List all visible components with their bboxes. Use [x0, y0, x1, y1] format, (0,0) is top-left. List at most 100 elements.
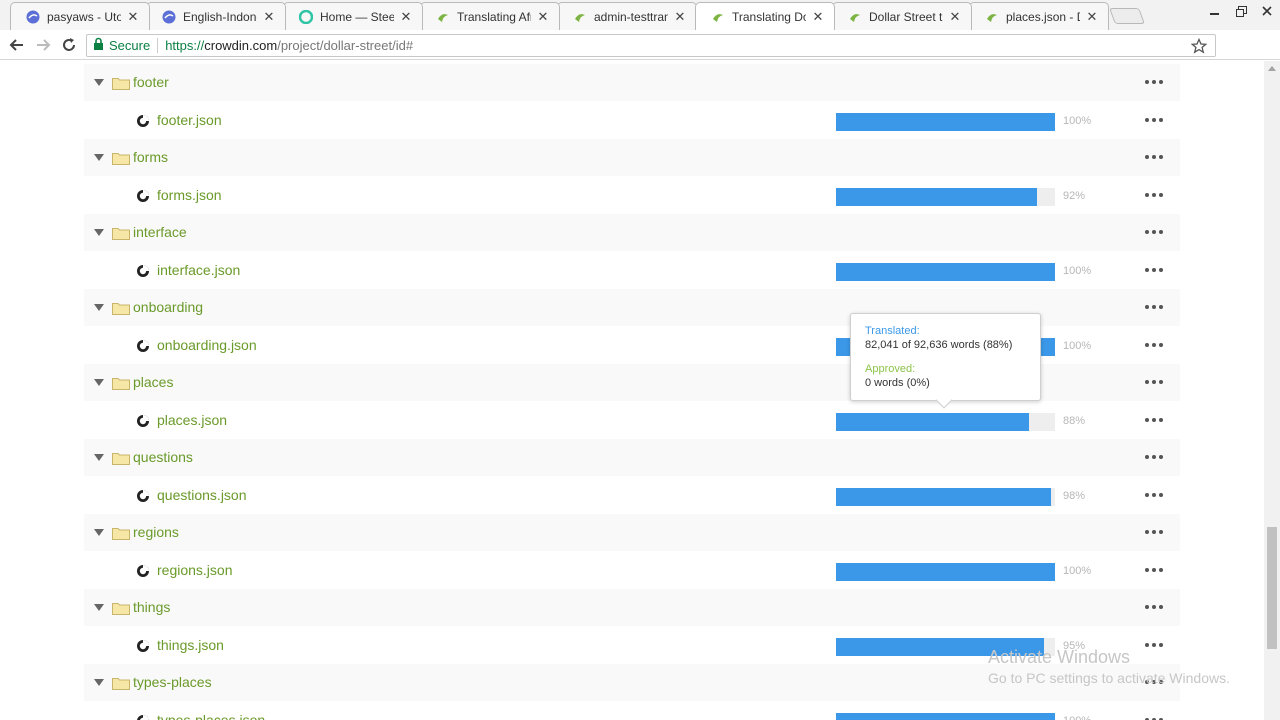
page-scrollbar[interactable]	[1264, 61, 1280, 720]
close-icon[interactable]	[1254, 0, 1280, 22]
tab-close-icon[interactable]: ✕	[947, 9, 963, 25]
tab-close-icon[interactable]: ✕	[1084, 9, 1100, 25]
folder-row[interactable]: types-places	[84, 664, 1180, 701]
folder-name[interactable]: onboarding	[133, 299, 203, 315]
file-row[interactable]: places.json 88%	[84, 401, 1180, 439]
browser-tab[interactable]: pasyaws - Utopian ✕	[10, 2, 150, 30]
tab-close-icon[interactable]: ✕	[810, 9, 826, 25]
more-options-icon[interactable]	[1145, 299, 1163, 315]
more-options-icon[interactable]	[1145, 674, 1163, 690]
file-name[interactable]: questions.json	[157, 487, 247, 503]
more-options-icon[interactable]	[1145, 599, 1163, 615]
more-options-icon[interactable]	[1145, 262, 1163, 278]
more-options-icon[interactable]	[1145, 187, 1163, 203]
browser-tab[interactable]: Home — Steemit ✕	[283, 2, 423, 30]
minimize-icon[interactable]	[1202, 0, 1228, 22]
file-name[interactable]: things.json	[157, 637, 224, 653]
file-name[interactable]: footer.json	[157, 112, 222, 128]
collapse-toggle-icon[interactable]	[94, 529, 104, 536]
translation-progress-bar[interactable]	[836, 412, 1055, 431]
file-row[interactable]: questions.json 98%	[84, 476, 1180, 514]
forward-arrow-icon[interactable]	[33, 35, 53, 55]
collapse-toggle-icon[interactable]	[94, 679, 104, 686]
browser-tab[interactable]: Dollar Street translation ✕	[832, 2, 972, 30]
folder-row[interactable]: footer	[84, 64, 1180, 101]
browser-tab[interactable]: admin-testtranslation ✕	[557, 2, 697, 30]
folder-row[interactable]: interface	[84, 214, 1180, 251]
more-options-icon[interactable]	[1145, 712, 1163, 720]
more-options-icon[interactable]	[1145, 112, 1163, 128]
reload-icon[interactable]	[59, 35, 79, 55]
browser-tab-active[interactable]: Translating Dollar Street ✕	[695, 2, 835, 30]
restore-icon[interactable]	[1228, 0, 1254, 22]
folder-name[interactable]: forms	[133, 149, 168, 165]
tab-close-icon[interactable]: ✕	[535, 9, 551, 25]
file-row[interactable]: forms.json 92%	[84, 176, 1180, 214]
folder-name[interactable]: interface	[133, 224, 187, 240]
translation-progress-bar[interactable]	[836, 712, 1055, 720]
translation-progress-bar[interactable]	[836, 637, 1055, 656]
collapse-toggle-icon[interactable]	[94, 79, 104, 86]
folder-name[interactable]: footer	[133, 74, 169, 90]
collapse-toggle-icon[interactable]	[94, 604, 104, 611]
address-bar[interactable]: Secure https://crowdin.com/project/dolla…	[86, 34, 1216, 57]
translation-progress-bar[interactable]	[836, 112, 1055, 131]
more-options-icon[interactable]	[1145, 637, 1163, 653]
back-arrow-icon[interactable]	[7, 35, 27, 55]
folder-row[interactable]: forms	[84, 139, 1180, 176]
new-tab-button[interactable]	[1109, 8, 1145, 24]
collapse-toggle-icon[interactable]	[94, 454, 104, 461]
translation-progress-bar[interactable]	[836, 562, 1055, 581]
more-options-icon[interactable]	[1145, 149, 1163, 165]
file-name[interactable]: interface.json	[157, 262, 240, 278]
scroll-thumb[interactable]	[1267, 527, 1277, 649]
folder-name[interactable]: types-places	[133, 674, 212, 690]
browser-tab[interactable]: places.json - Dollar Street ✕	[969, 2, 1109, 30]
tab-close-icon[interactable]: ✕	[672, 9, 688, 25]
tab-close-icon[interactable]: ✕	[261, 9, 277, 25]
browser-tab[interactable]: Translating Afrikaans ✕	[420, 2, 560, 30]
more-options-icon[interactable]	[1145, 337, 1163, 353]
file-row[interactable]: footer.json 100%	[84, 101, 1180, 139]
file-row[interactable]: interface.json 100%	[84, 251, 1180, 289]
collapse-toggle-icon[interactable]	[94, 154, 104, 161]
folder-row[interactable]: questions	[84, 439, 1180, 476]
collapse-toggle-icon[interactable]	[94, 304, 104, 311]
more-options-icon[interactable]	[1145, 412, 1163, 428]
tab-close-icon[interactable]: ✕	[398, 9, 414, 25]
folder-row[interactable]: things	[84, 589, 1180, 626]
more-options-icon[interactable]	[1145, 224, 1163, 240]
separator	[157, 38, 159, 53]
folder-name[interactable]: questions	[133, 449, 193, 465]
folder-name[interactable]: places	[133, 374, 173, 390]
bookmark-star-icon[interactable]	[1190, 37, 1208, 59]
folder-name[interactable]: things	[133, 599, 170, 615]
folder-name[interactable]: regions	[133, 524, 179, 540]
browser-tab[interactable]: English-Indonesian ✕	[146, 2, 286, 30]
tab-title: Home — Steemit	[320, 9, 394, 24]
file-row[interactable]: types-places.json 100%	[84, 701, 1180, 720]
file-name[interactable]: types-places.json	[157, 712, 265, 720]
browser-toolbar: Secure https://crowdin.com/project/dolla…	[0, 30, 1280, 83]
translation-progress-bar[interactable]	[836, 487, 1055, 506]
translation-progress-bar[interactable]	[836, 262, 1055, 281]
collapse-toggle-icon[interactable]	[94, 379, 104, 386]
file-name[interactable]: regions.json	[157, 562, 233, 578]
translation-progress-bar[interactable]	[836, 187, 1055, 206]
file-name[interactable]: onboarding.json	[157, 337, 257, 353]
more-options-icon[interactable]	[1145, 74, 1163, 90]
file-row[interactable]: things.json 95%	[84, 626, 1180, 664]
more-options-icon[interactable]	[1145, 374, 1163, 390]
collapse-toggle-icon[interactable]	[94, 229, 104, 236]
file-name[interactable]: places.json	[157, 412, 227, 428]
file-name[interactable]: forms.json	[157, 187, 222, 203]
scroll-up-icon[interactable]	[1268, 66, 1276, 71]
more-options-icon[interactable]	[1145, 562, 1163, 578]
more-options-icon[interactable]	[1145, 449, 1163, 465]
tab-close-icon[interactable]: ✕	[125, 9, 141, 25]
file-row[interactable]: regions.json 100%	[84, 551, 1180, 589]
folder-icon	[112, 376, 130, 390]
folder-row[interactable]: regions	[84, 514, 1180, 551]
more-options-icon[interactable]	[1145, 524, 1163, 540]
more-options-icon[interactable]	[1145, 487, 1163, 503]
